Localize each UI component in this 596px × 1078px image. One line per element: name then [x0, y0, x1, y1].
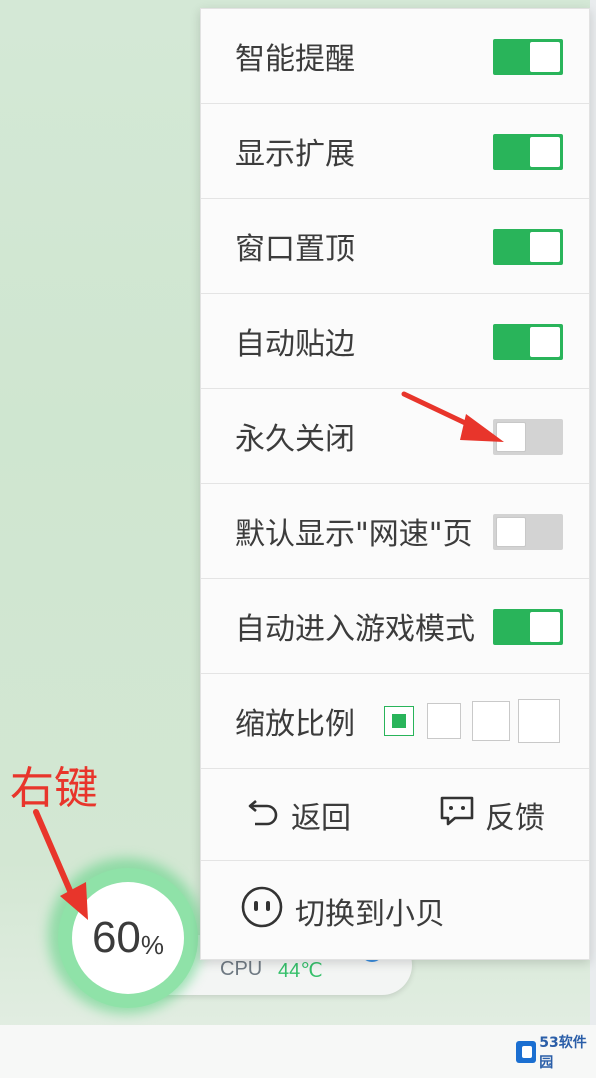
back-button[interactable]: 返回	[247, 769, 351, 860]
smart-reminder-toggle[interactable]	[493, 39, 563, 75]
toggle-knob	[530, 232, 560, 262]
menu-item-label: 显示扩展	[235, 137, 355, 172]
scale-option-2[interactable]	[427, 703, 461, 739]
toggle-knob	[530, 327, 560, 357]
menu-item-label: 自动进入游戏模式	[235, 612, 475, 647]
toggle-knob	[496, 517, 526, 547]
feedback-button[interactable]: 反馈	[439, 769, 545, 860]
annotation-right-click: 右键	[10, 763, 98, 814]
scale-option-4[interactable]	[518, 699, 560, 743]
menu-item-auto-dock[interactable]: 自动贴边	[201, 294, 589, 389]
menu-item-switch[interactable]: 切换到小贝	[201, 861, 589, 961]
menu-item-show-extension[interactable]: 显示扩展	[201, 104, 589, 199]
scale-option-1[interactable]	[384, 706, 414, 736]
toggle-knob	[530, 137, 560, 167]
menu-item-label: 窗口置顶	[235, 232, 355, 267]
back-label: 返回	[291, 800, 351, 836]
menu-item-always-on-top[interactable]: 窗口置顶	[201, 199, 589, 294]
menu-item-smart-reminder[interactable]: 智能提醒	[201, 9, 589, 104]
menu-item-default-speed-page[interactable]: 默认显示"网速"页	[201, 484, 589, 579]
switch-label: 切换到小贝	[295, 897, 445, 932]
background-window-edge	[590, 0, 596, 1025]
menu-item-label: 永久关闭	[235, 422, 355, 457]
toggle-knob	[530, 42, 560, 72]
feedback-label: 反馈	[485, 800, 545, 836]
menu-actions-row: 返回 反馈	[201, 769, 589, 861]
cpu-temperature: 44℃	[278, 960, 323, 982]
menu-item-label: 自动贴边	[235, 327, 355, 362]
menu-item-scale-ratio: 缩放比例	[201, 674, 589, 769]
chat-bubble-icon	[439, 795, 475, 835]
switch-button[interactable]: 切换到小贝	[239, 861, 445, 961]
menu-item-label: 智能提醒	[235, 42, 355, 77]
toggle-knob	[530, 612, 560, 642]
bottom-band	[0, 1025, 596, 1078]
auto-dock-toggle[interactable]	[493, 324, 563, 360]
robot-face-icon	[239, 884, 285, 938]
auto-game-mode-toggle[interactable]	[493, 609, 563, 645]
annotation-arrow-to-toggle	[401, 391, 504, 442]
scale-option-fill	[392, 714, 406, 728]
usage-unit: %	[140, 929, 165, 960]
site-logo-icon	[516, 1041, 537, 1063]
menu-item-label: 默认显示"网速"页	[235, 517, 473, 552]
cpu-label: CPU	[220, 958, 263, 980]
always-on-top-toggle[interactable]	[493, 229, 563, 265]
show-extension-toggle[interactable]	[493, 134, 563, 170]
annotation-arrow-to-gauge	[33, 809, 88, 920]
menu-item-permanently-close[interactable]: 永久关闭	[201, 389, 589, 484]
menu-item-auto-game-mode[interactable]: 自动进入游戏模式	[201, 579, 589, 674]
undo-arrow-icon	[247, 796, 281, 834]
menu-item-label: 缩放比例	[235, 707, 355, 742]
watermark-text: 53软件园	[539, 1035, 587, 1071]
context-menu: 智能提醒 显示扩展 窗口置顶 自动贴边 永久关闭 默认显示"网速"页 自动进入游…	[200, 8, 590, 960]
scale-option-3[interactable]	[472, 701, 510, 741]
watermark: 53软件园	[516, 1035, 596, 1071]
default-speed-page-toggle[interactable]	[493, 514, 563, 550]
